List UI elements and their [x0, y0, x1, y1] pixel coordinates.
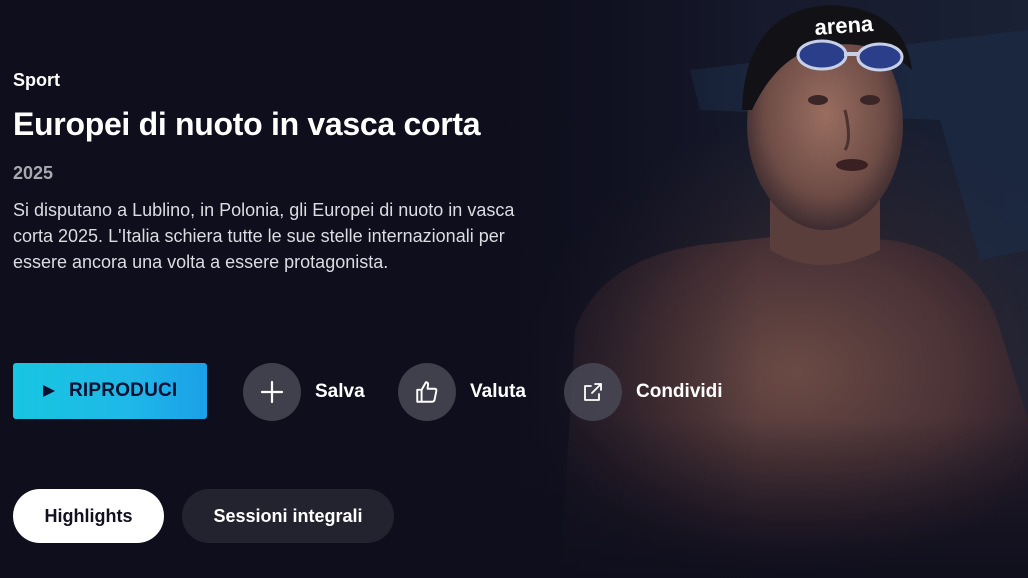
action-bar: RIPRODUCI Salva Valuta Condividi	[13, 362, 773, 422]
play-button-label: RIPRODUCI	[69, 380, 178, 401]
page-title: Europei di nuoto in vasca corta	[13, 106, 481, 142]
share-icon	[564, 363, 622, 421]
rate-button[interactable]: Valuta	[398, 362, 526, 422]
play-icon	[43, 385, 55, 397]
play-button[interactable]: RIPRODUCI	[13, 363, 207, 419]
category-label: Sport	[13, 70, 60, 90]
year-label: 2025	[13, 163, 54, 183]
hero-background: arena	[0, 0, 1028, 578]
save-button[interactable]: Salva	[243, 362, 365, 422]
plus-icon	[243, 363, 301, 421]
tab-highlights[interactable]: Highlights	[13, 489, 164, 543]
save-label: Salva	[315, 381, 365, 402]
share-button[interactable]: Condividi	[564, 362, 723, 422]
share-label: Condividi	[636, 381, 723, 402]
cap-logo: arena	[814, 11, 875, 40]
rate-label: Valuta	[470, 381, 526, 402]
description: Si disputano a Lublino, in Polonia, gli …	[13, 200, 515, 272]
thumbs-up-icon	[398, 363, 456, 421]
tab-sessioni-integrali[interactable]: Sessioni integrali	[182, 489, 394, 543]
